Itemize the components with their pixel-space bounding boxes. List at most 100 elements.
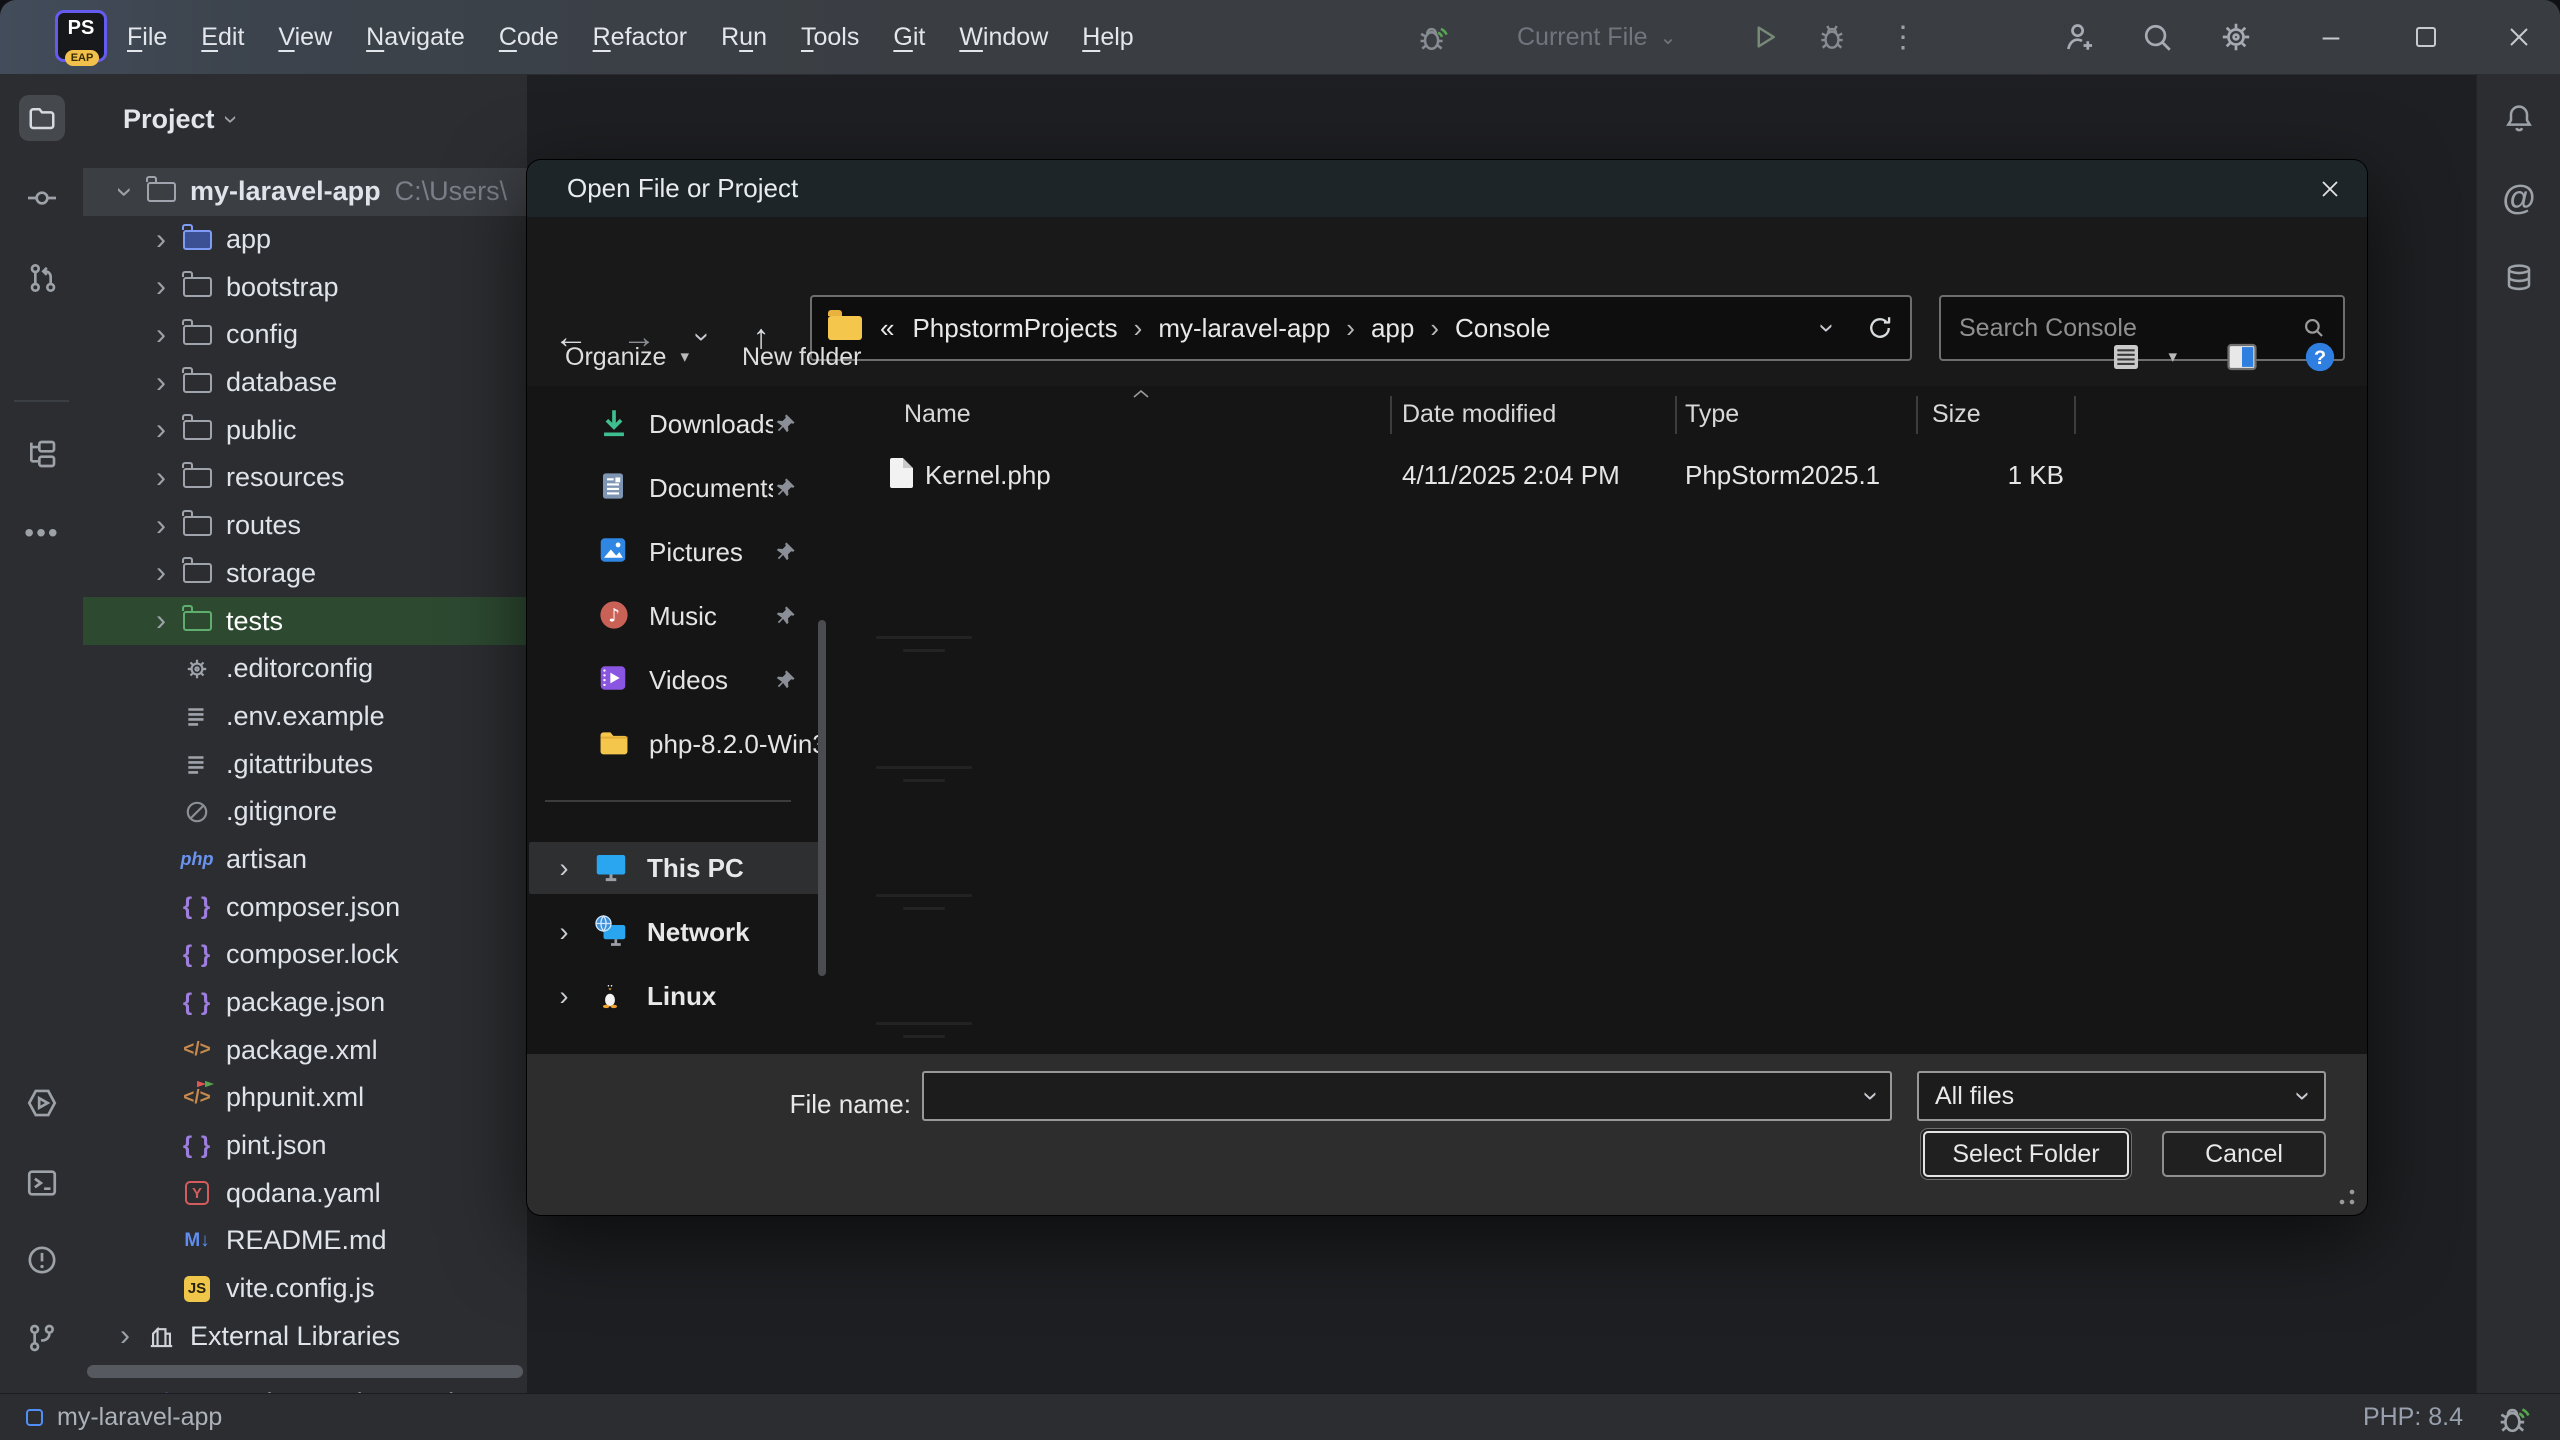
tree-row[interactable]: ›</>phpunit.xml (83, 1074, 527, 1122)
tree-row[interactable]: ›{ }composer.json (83, 883, 527, 931)
close-window-button[interactable] (2496, 15, 2542, 59)
tree-row-root[interactable]: › my-laravel-app C:\Users\ (83, 168, 527, 216)
search-everywhere-button[interactable] (2134, 15, 2180, 59)
nav-item-php-folder[interactable]: php-8.2.0-Win3: (527, 716, 823, 772)
preview-pane-icon[interactable] (2225, 340, 2259, 374)
problems-tool-icon[interactable] (19, 1237, 65, 1283)
tree-row[interactable]: ›public (83, 406, 527, 454)
commit-tool-icon[interactable] (19, 175, 65, 221)
tree-row-tests-selected[interactable]: ›tests (83, 597, 527, 645)
file-row-kernel[interactable]: Kernel.php 4/11/2025 2:04 PM PhpStorm202… (830, 448, 2357, 502)
select-folder-button[interactable]: Select Folder (1923, 1131, 2129, 1177)
resize-grip[interactable] (2339, 1189, 2355, 1205)
nav-scrollbar[interactable] (818, 620, 826, 976)
menu-file[interactable]: File (110, 0, 184, 74)
column-separator[interactable] (1675, 396, 1677, 434)
nav-item-this-pc[interactable]: › This PC (529, 842, 821, 894)
list-view-icon[interactable] (2110, 341, 2142, 373)
services-tool-icon[interactable] (19, 1080, 65, 1126)
project-tool-icon[interactable] (19, 95, 65, 141)
menu-git[interactable]: Git (876, 0, 942, 74)
notifications-bell-icon[interactable] (2496, 95, 2542, 141)
tree-row[interactable]: ›{ }package.json (83, 979, 527, 1027)
code-with-me-button[interactable] (2056, 15, 2102, 59)
column-separator[interactable] (2074, 396, 2076, 434)
file-type-select[interactable]: All files › (1917, 1071, 2326, 1121)
profiler-icon[interactable] (1410, 15, 1456, 59)
nav-item-downloads[interactable]: Downloads (527, 396, 823, 452)
tree-row[interactable]: ›.gitignore (83, 788, 527, 836)
database-tool-icon[interactable] (2496, 255, 2542, 301)
ai-assistant-icon[interactable]: @ (2496, 175, 2542, 221)
menu-code[interactable]: Code (482, 0, 576, 74)
version-control-tool-icon[interactable] (19, 1315, 65, 1361)
tree-row[interactable]: ›phpartisan (83, 836, 527, 884)
nav-item-music[interactable]: ♪ Music (527, 588, 823, 644)
more-tools-icon[interactable]: ••• (19, 510, 65, 556)
column-header-name[interactable]: Name (904, 400, 971, 429)
menu-edit[interactable]: Edit (184, 0, 261, 74)
chevron-expanded-icon: › (108, 174, 142, 210)
menu-help[interactable]: Help (1065, 0, 1150, 74)
tree-row[interactable]: ›M↓README.md (83, 1217, 527, 1265)
file-name-input[interactable] (924, 1082, 1867, 1111)
tree-row[interactable]: ›app (83, 216, 527, 264)
menu-window[interactable]: Window (942, 0, 1065, 74)
menu-tools[interactable]: Tools (784, 0, 876, 74)
menu-view[interactable]: View (261, 0, 349, 74)
tree-row-external-libraries[interactable]: ›External Libraries (83, 1313, 527, 1361)
structure-tool-icon[interactable] (19, 431, 65, 477)
more-actions-button[interactable]: ⋮ (1880, 15, 1926, 59)
profiler-status-icon[interactable] (2495, 1399, 2533, 1437)
column-header-type[interactable]: Type (1685, 400, 1739, 429)
column-separator[interactable] (1916, 396, 1918, 434)
tree-row[interactable]: ›</>package.xml (83, 1026, 527, 1074)
tree-row[interactable]: ›bootstrap (83, 263, 527, 311)
organize-button[interactable]: Organize ▾ (565, 328, 689, 386)
project-panel-header[interactable]: Project › (123, 94, 235, 144)
sort-ascending-icon[interactable] (1130, 388, 1152, 400)
tree-row[interactable]: ›resources (83, 454, 527, 502)
column-header-size[interactable]: Size (1932, 400, 1981, 429)
debug-button[interactable] (1809, 15, 1855, 59)
column-header-date[interactable]: Date modified (1402, 400, 1556, 429)
settings-gear-icon[interactable] (2213, 15, 2259, 59)
combo-dropdown-icon[interactable]: › (1855, 1091, 1887, 1100)
tree-row[interactable]: ›.env.example (83, 693, 527, 741)
menu-refactor[interactable]: Refactor (576, 0, 705, 74)
maximize-button[interactable] (2403, 15, 2449, 59)
menu-run[interactable]: Run (704, 0, 784, 74)
menu-navigate[interactable]: Navigate (349, 0, 482, 74)
tree-row[interactable]: ›.gitattributes (83, 740, 527, 788)
tree-row[interactable]: ›routes (83, 502, 527, 550)
cancel-button[interactable]: Cancel (2162, 1131, 2326, 1177)
tree-row[interactable]: ›JSvite.config.js (83, 1265, 527, 1313)
view-dropdown-icon[interactable]: ▾ (2168, 347, 2177, 367)
run-button[interactable] (1742, 15, 1788, 59)
nav-item-linux[interactable]: › Linux (529, 970, 821, 1022)
pull-requests-tool-icon[interactable] (19, 255, 65, 301)
nav-item-pictures[interactable]: Pictures (527, 524, 823, 580)
nav-item-documents[interactable]: Documents (527, 460, 823, 516)
tree-row[interactable]: ›.editorconfig (83, 645, 527, 693)
status-project[interactable]: my-laravel-app (26, 1394, 222, 1440)
tree-row[interactable]: ›database (83, 359, 527, 407)
nav-item-network[interactable]: › Network (529, 906, 821, 958)
project-horizontal-scrollbar[interactable] (87, 1365, 523, 1378)
terminal-tool-icon[interactable] (19, 1160, 65, 1206)
help-icon[interactable]: ? (2303, 340, 2337, 374)
run-configuration-select[interactable]: Current File ⌄ (1517, 0, 1676, 74)
column-separator[interactable] (1390, 396, 1392, 434)
tree-row[interactable]: ›config (83, 311, 527, 359)
tree-row[interactable]: ›{ }composer.lock (83, 931, 527, 979)
tree-row[interactable]: ›storage (83, 550, 527, 598)
new-folder-button[interactable]: New folder (742, 328, 862, 386)
tree-row[interactable]: ›{ }pint.json (83, 1122, 527, 1170)
nav-item-videos[interactable]: Videos (527, 652, 823, 708)
minimize-button[interactable]: – (2308, 15, 2354, 59)
tree-row[interactable]: ›Yqodana.yaml (83, 1169, 527, 1217)
dialog-close-icon[interactable] (2309, 168, 2351, 210)
status-php-version[interactable]: PHP: 8.4 (2363, 1394, 2463, 1440)
phpstorm-logo[interactable]: PS EAP (55, 10, 107, 62)
tree-row-scratches[interactable]: › Scratches and Consoles (83, 1380, 527, 1393)
